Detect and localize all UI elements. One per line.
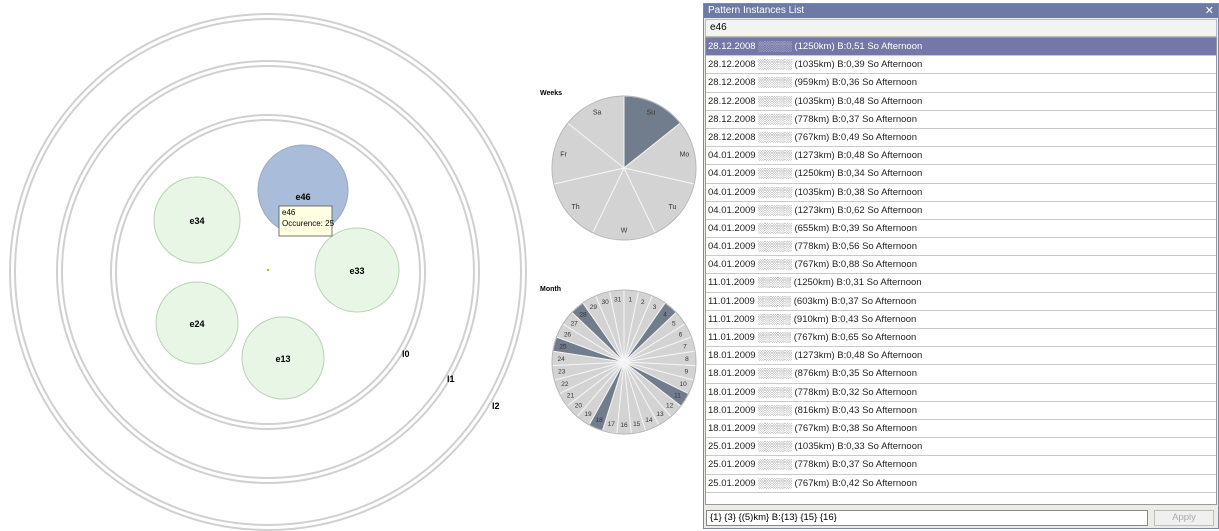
ring-l1-outer <box>56 60 480 484</box>
month-day-label: 18 <box>596 417 604 424</box>
month-day-label: 21 <box>567 392 575 399</box>
list-item[interactable]: 25.01.2009 ░░░░░ (778km) B:0,37 So After… <box>706 456 1216 475</box>
list-item[interactable]: 28.12.2008 ░░░░░ (778km) B:0,37 So After… <box>706 111 1216 129</box>
month-day-label: 25 <box>559 343 567 350</box>
month-day-label: 8 <box>685 356 689 363</box>
list-item[interactable]: 18.01.2009 ░░░░░ (816km) B:0,43 So After… <box>706 402 1216 420</box>
list-item[interactable]: 04.01.2009 ░░░░░ (655km) B:0,39 So After… <box>706 220 1216 239</box>
list-item[interactable]: 28.12.2008 ░░░░░ (959km) B:0,36 So After… <box>706 74 1216 93</box>
weeks-day-label: Tu <box>669 204 677 211</box>
node-tooltip: e46 Occurence: 25 <box>278 205 335 237</box>
month-day-label: 31 <box>614 296 622 303</box>
month-day-label: 27 <box>571 321 579 328</box>
list-item[interactable]: 18.01.2009 ░░░░░ (767km) B:0,38 So After… <box>706 420 1216 439</box>
pattern-instances-panel: Pattern Instances List ✕ e46 28.12.2008 … <box>703 3 1219 529</box>
level-label-l0: l0 <box>402 349 410 359</box>
list-item[interactable]: 18.01.2009 ░░░░░ (876km) B:0,35 So After… <box>706 365 1216 384</box>
apply-button[interactable]: Apply <box>1154 510 1214 526</box>
panel-title: Pattern Instances List <box>708 5 805 16</box>
month-day-label: 19 <box>584 411 592 418</box>
list-item[interactable]: 25.01.2009 ░░░░░ (1035km) B:0,33 So Afte… <box>706 438 1216 457</box>
node-e24[interactable]: e24 <box>155 281 239 365</box>
list-item[interactable]: 04.01.2009 ░░░░░ (1035km) B:0,38 So Afte… <box>706 184 1216 202</box>
list-item[interactable]: 25.01.2009 ░░░░░ (767km) B:0,42 So After… <box>706 475 1216 493</box>
month-day-label: 13 <box>656 411 664 418</box>
level-label-l2: l2 <box>492 401 500 411</box>
panel-titlebar: Pattern Instances List ✕ <box>704 4 1218 18</box>
list-item[interactable]: 04.01.2009 ░░░░░ (1273km) B:0,48 So Afte… <box>706 147 1216 166</box>
weeks-day-label: Mo <box>680 152 690 159</box>
ring-l2-outer <box>9 13 527 531</box>
list-item[interactable]: 04.01.2009 ░░░░░ (778km) B:0,56 So After… <box>706 238 1216 257</box>
weeks-title: Weeks <box>540 90 562 97</box>
month-day-label: 23 <box>558 369 566 376</box>
list-item[interactable]: 04.01.2009 ░░░░░ (1250km) B:0,34 So Afte… <box>706 165 1216 184</box>
list-item[interactable]: 04.01.2009 ░░░░░ (1273km) B:0,62 So Afte… <box>706 202 1216 220</box>
month-day-label: 24 <box>557 356 565 363</box>
list-item[interactable]: 28.12.2008 ░░░░░ (1035km) B:0,39 So Afte… <box>706 56 1216 75</box>
weeks-day-label: Su <box>647 109 656 116</box>
month-day-label: 17 <box>608 421 616 428</box>
list-item[interactable]: 18.01.2009 ░░░░░ (778km) B:0,32 So After… <box>706 384 1216 402</box>
node-e34[interactable]: e34 <box>153 176 241 264</box>
month-day-label: 30 <box>602 299 610 306</box>
query-format-input[interactable]: {1} {3} {(5)km} B:{13} {15} {16} <box>706 510 1148 526</box>
node-label: e46 <box>295 192 310 202</box>
month-day-label: 1 <box>629 296 633 303</box>
weeks-pie-chart: Su Mo Tu W Th Fr Sa <box>551 95 697 241</box>
node-e33[interactable]: e33 <box>314 227 400 313</box>
month-day-label: 12 <box>666 403 674 410</box>
list-item[interactable]: 28.12.2008 ░░░░░ (1035km) B:0,48 So Afte… <box>706 93 1216 111</box>
instances-list[interactable]: 28.12.2008 ​░░░░░ (1250km) B:0,51 So Aft… <box>705 37 1217 505</box>
month-title: Month <box>540 286 561 293</box>
list-item[interactable]: 28.12.2008 ░░░░░ (767km) B:0,49 So After… <box>706 129 1216 148</box>
list-item[interactable]: 18.01.2009 ░░░░░ (1273km) B:0,48 So Afte… <box>706 347 1216 366</box>
pattern-visualization: l0 l1 l2 e46 e34 e33 e24 e13 e46 Occuren… <box>9 13 697 531</box>
month-day-label: 28 <box>579 311 587 318</box>
month-day-label: 7 <box>683 343 687 350</box>
month-day-label: 29 <box>590 304 598 311</box>
node-label: e34 <box>189 216 204 226</box>
month-day-label: 22 <box>561 381 569 388</box>
node-label: e24 <box>189 319 204 329</box>
center-dot <box>266 268 270 272</box>
list-item[interactable]: 11.01.2009 ░░░░░ (1250km) B:0,31 So Afte… <box>706 274 1216 293</box>
month-day-label: 3 <box>653 304 657 311</box>
month-day-label: 10 <box>679 381 687 388</box>
weeks-day-label: Th <box>571 204 579 211</box>
month-day-label: 4 <box>663 311 667 318</box>
ring-l2-inner <box>14 18 522 526</box>
weeks-day-label: Fr <box>560 152 567 159</box>
weeks-day-label: Sa <box>593 109 602 116</box>
month-day-label: 5 <box>672 321 676 328</box>
month-day-label: 6 <box>679 331 683 338</box>
list-item[interactable]: 04.01.2009 ░░░░░ (767km) B:0,88 So After… <box>706 256 1216 275</box>
ring-l1-inner <box>61 65 475 479</box>
month-day-label: 20 <box>575 403 583 410</box>
month-day-label: 14 <box>645 417 653 424</box>
list-item[interactable]: 11.01.2009 ░░░░░ (767km) B:0,65 So After… <box>706 329 1216 348</box>
tooltip-occurrence: Occurence: 25 <box>282 219 335 228</box>
month-day-label: 16 <box>620 422 628 429</box>
level-label-l1: l1 <box>447 374 455 384</box>
list-item[interactable]: 11.01.2009 ░░░░░ (603km) B:0,37 So After… <box>706 293 1216 311</box>
node-e13[interactable]: e13 <box>241 316 325 400</box>
list-item[interactable]: 28.12.2008 ​░░░░░ (1250km) B:0,51 So Aft… <box>706 38 1216 57</box>
month-day-label: 15 <box>633 421 641 428</box>
month-day-label: 11 <box>674 392 681 399</box>
month-day-label: 26 <box>564 331 572 338</box>
node-label: e13 <box>275 354 290 364</box>
tooltip-title: e46 <box>282 208 296 217</box>
close-icon[interactable]: ✕ <box>1205 4 1214 18</box>
level-rings <box>9 13 527 531</box>
month-day-label: 2 <box>641 299 645 306</box>
node-label: e33 <box>349 266 364 276</box>
list-item[interactable]: 11.01.2009 ░░░░░ (910km) B:0,43 So After… <box>706 311 1216 329</box>
month-pie-chart: 1 234567891011121314151617181920212223242… <box>551 289 697 435</box>
weeks-day-label: W <box>621 227 628 234</box>
month-day-label: 9 <box>684 369 688 376</box>
pattern-filter[interactable]: e46 <box>705 19 1217 37</box>
